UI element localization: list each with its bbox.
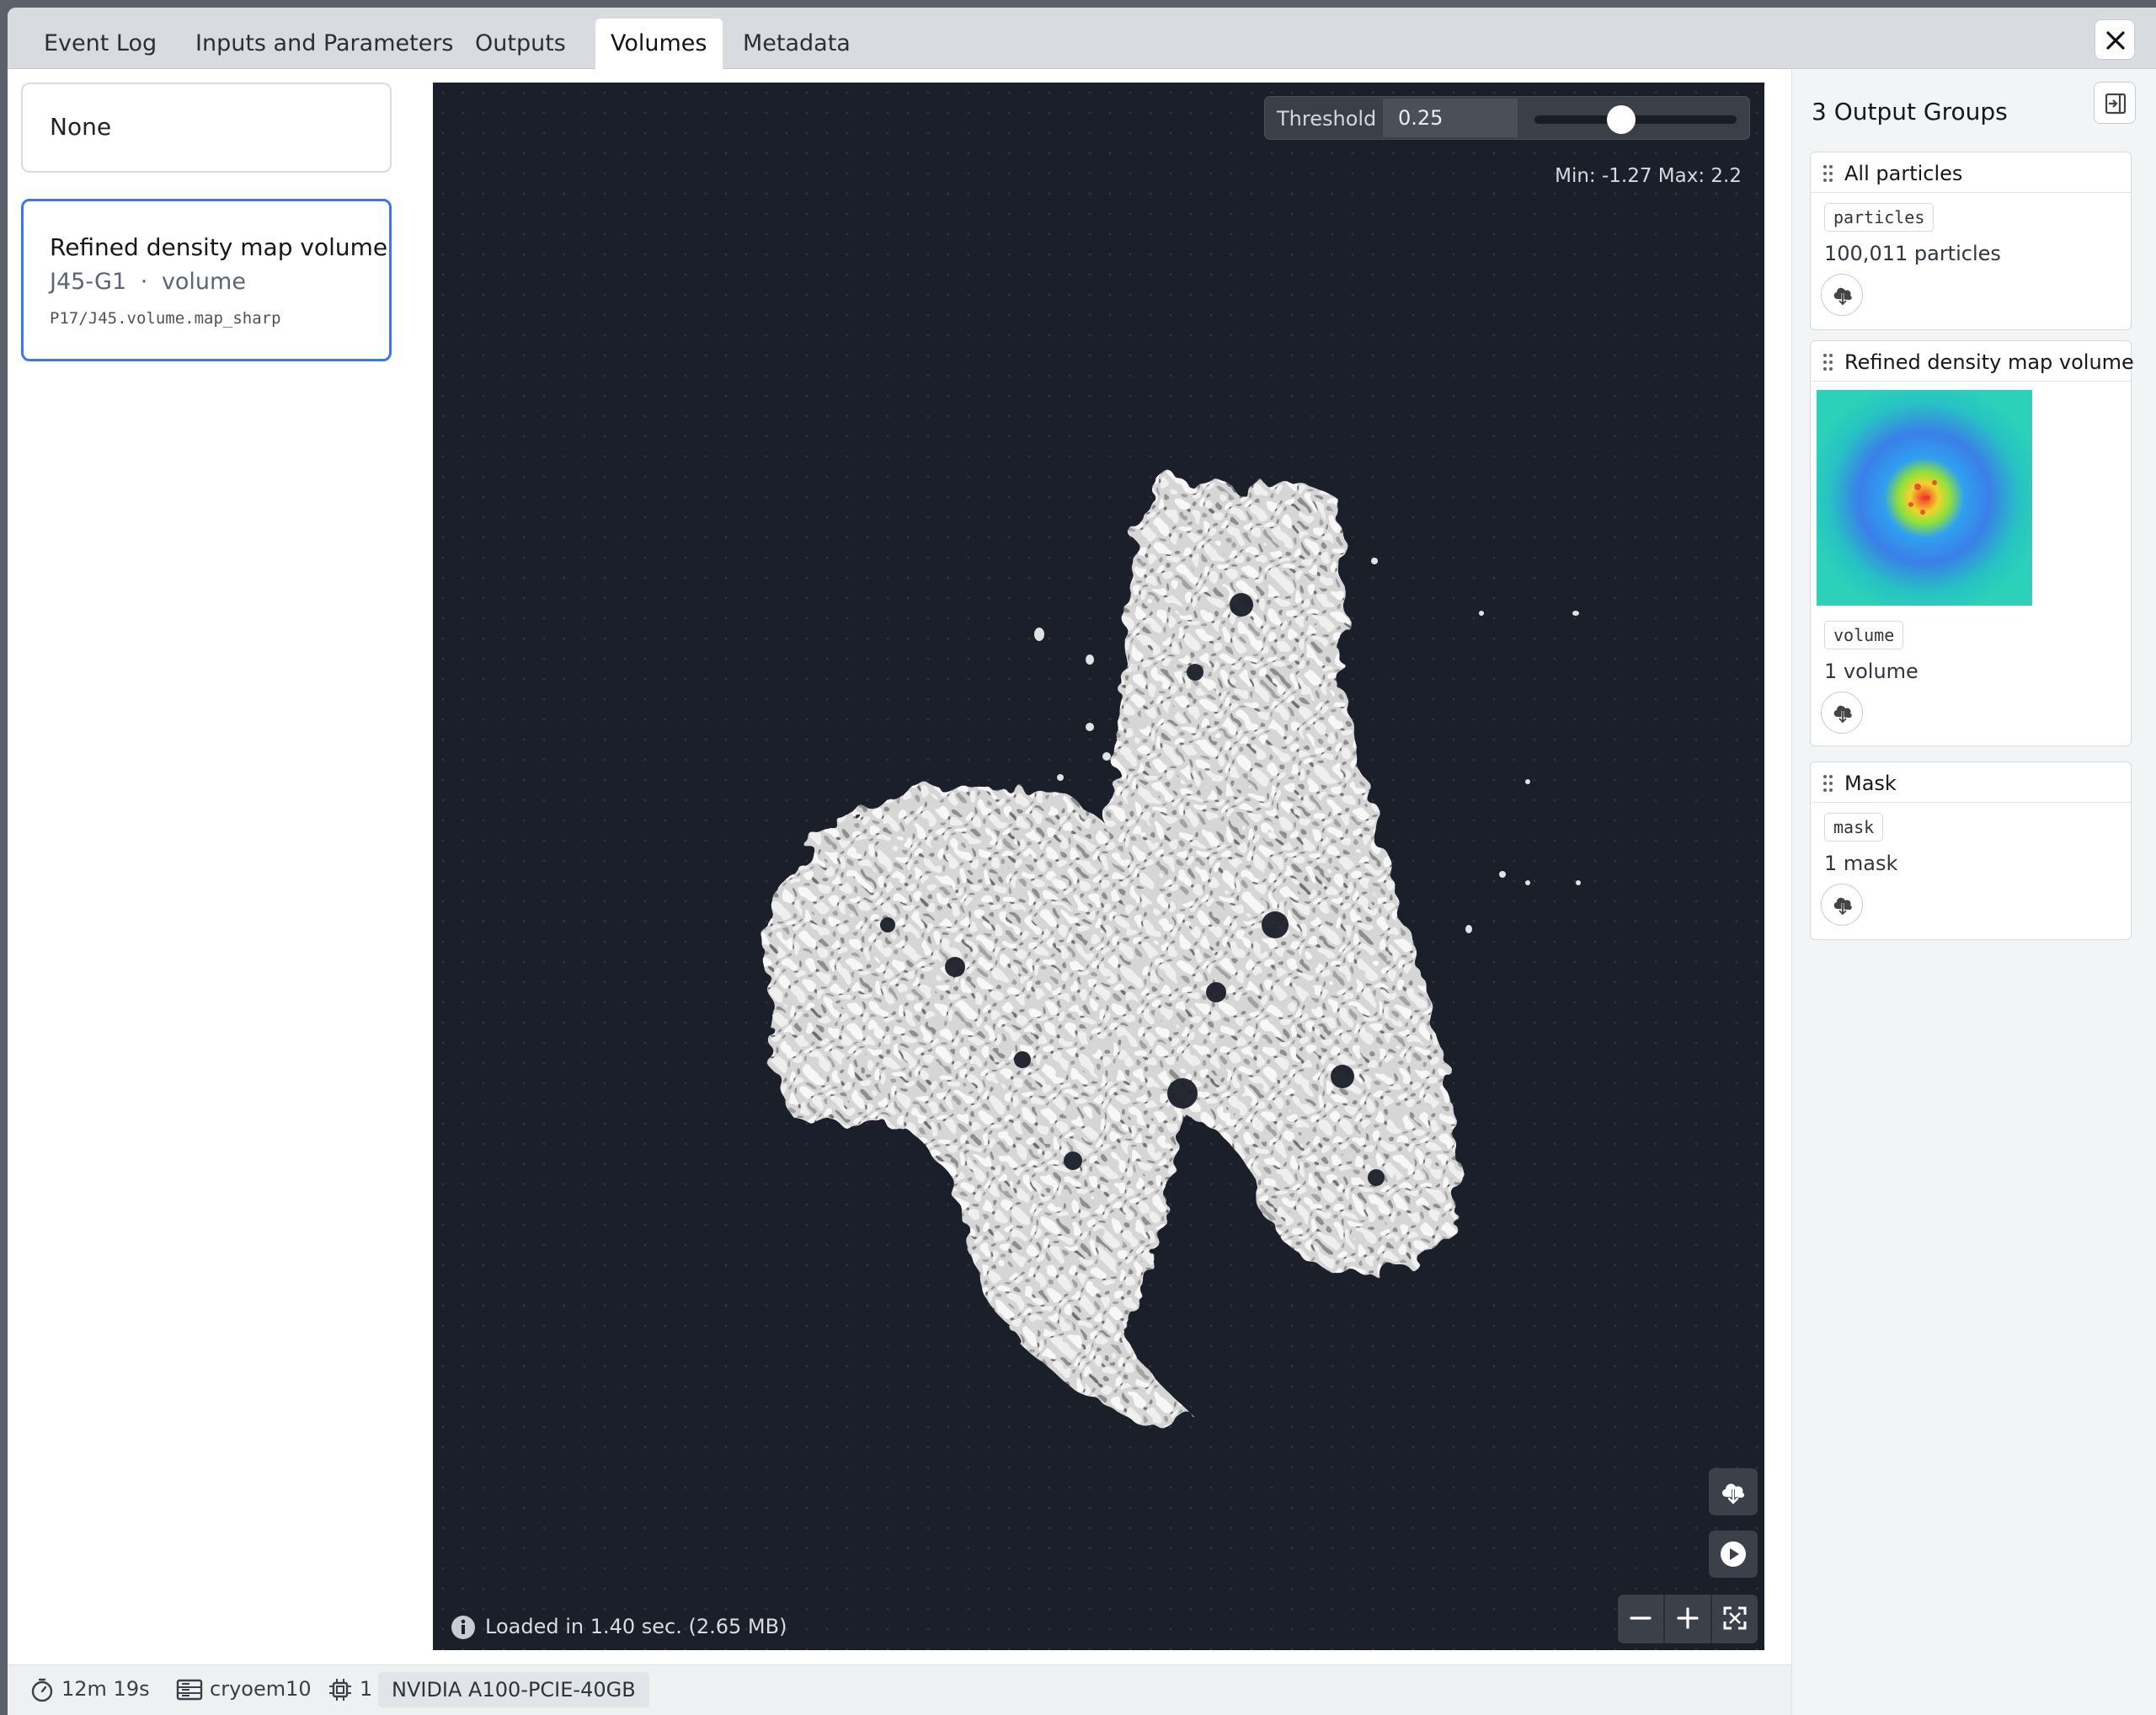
load-info-text: Loaded in 1.40 sec. (2.65 MB) xyxy=(485,1615,787,1638)
minus-icon xyxy=(1630,1616,1652,1620)
intensity-range: Min: -1.27 Max: 2.2 xyxy=(1555,165,1742,187)
cloud-download-icon xyxy=(1721,1483,1745,1505)
volume-kind: volume xyxy=(161,269,246,295)
plus-icon xyxy=(1677,1607,1699,1629)
gpu-count: 1 xyxy=(328,1677,372,1702)
density-map-render[interactable] xyxy=(433,83,1764,1650)
download-output-button[interactable] xyxy=(1821,884,1863,926)
download-output-button[interactable] xyxy=(1821,274,1863,316)
output-groups-title: 3 Output Groups xyxy=(1812,98,2008,126)
output-count: 1 mask xyxy=(1824,852,1898,875)
download-volume-button[interactable] xyxy=(1709,1468,1758,1515)
threshold-slider[interactable] xyxy=(1534,105,1737,134)
host-name: cryoem10 xyxy=(176,1677,312,1702)
dock-icon xyxy=(2105,93,2127,115)
gpu-count-text: 1 xyxy=(360,1677,373,1701)
fullscreen-button[interactable] xyxy=(1712,1595,1758,1643)
tab-volumes[interactable]: Volumes xyxy=(595,19,723,69)
volume-option-none[interactable]: None xyxy=(21,83,392,173)
cloud-download-icon xyxy=(1833,705,1852,724)
volume-viewer[interactable]: Threshold Min: -1.27 Max: 2.2 xyxy=(433,83,1764,1650)
threshold-label: Threshold xyxy=(1277,107,1377,131)
fullscreen-icon xyxy=(1723,1606,1747,1630)
stopwatch-icon xyxy=(31,1678,53,1702)
elapsed-time: 12m 19s xyxy=(29,1677,150,1702)
status-bar: 12m 19s cryoem10 1 NVIDIA A100-PCIE-40GB xyxy=(8,1664,1791,1715)
close-button[interactable] xyxy=(2095,19,2135,60)
output-group-name: Refined density map volume xyxy=(1844,350,2134,374)
output-group-header[interactable]: All particles xyxy=(1811,152,2131,193)
volume-option-refined-map[interactable]: Refined density map volume J45-G1 · volu… xyxy=(21,199,392,361)
play-animation-button[interactable] xyxy=(1709,1531,1758,1578)
drag-grip-icon[interactable] xyxy=(1822,353,1834,371)
volume-job-group: J45-G1 xyxy=(50,269,127,295)
volume-option-label: None xyxy=(50,113,112,141)
output-group-refined-map: Refined density map volume volume 1 volu… xyxy=(1810,340,2134,746)
chip-icon xyxy=(329,1679,351,1701)
drag-grip-icon[interactable] xyxy=(1822,164,1834,183)
output-type-tag: mask xyxy=(1824,813,1884,841)
download-output-button[interactable] xyxy=(1821,692,1863,734)
threshold-slider-thumb[interactable] xyxy=(1607,105,1636,134)
output-groups-panel: 3 Output Groups All particles particles … xyxy=(1791,69,2156,1715)
output-count: 1 volume xyxy=(1824,660,1919,683)
output-group-mask: Mask mask 1 mask xyxy=(1810,761,2132,940)
output-group-all-particles: All particles particles 100,011 particle… xyxy=(1810,152,2132,330)
job-dialog: Event Log Inputs and Parameters Outputs … xyxy=(8,8,2156,1715)
elapsed-time-text: 12m 19s xyxy=(61,1677,150,1701)
tab-inputs-and-parameters[interactable]: Inputs and Parameters xyxy=(180,19,468,69)
output-type-tag: volume xyxy=(1824,621,1904,649)
volume-title: Refined density map volume xyxy=(50,233,388,261)
cloud-download-icon xyxy=(1833,287,1852,307)
play-icon xyxy=(1721,1541,1746,1567)
load-info: Loaded in 1.40 sec. (2.65 MB) xyxy=(450,1614,787,1641)
output-group-name: Mask xyxy=(1844,772,1897,795)
volume-thumbnail xyxy=(1817,390,2032,606)
cloud-download-icon xyxy=(1833,897,1852,916)
server-icon xyxy=(176,1679,203,1701)
output-count: 100,011 particles xyxy=(1824,242,2001,265)
info-icon xyxy=(451,1616,475,1639)
gpu-name-badge: NVIDIA A100-PCIE-40GB xyxy=(378,1672,649,1707)
output-group-name: All particles xyxy=(1844,162,1963,185)
volume-path: P17/J45.volume.map_sharp xyxy=(50,309,281,328)
volume-separator: · xyxy=(140,269,148,295)
zoom-out-button[interactable] xyxy=(1618,1595,1663,1643)
tab-event-log[interactable]: Event Log xyxy=(29,19,172,69)
output-type-tag: particles xyxy=(1824,203,1935,232)
threshold-control: Threshold xyxy=(1264,96,1750,140)
host-name-text: cryoem10 xyxy=(210,1677,312,1701)
tab-outputs[interactable]: Outputs xyxy=(460,19,581,69)
close-icon xyxy=(2106,31,2125,50)
output-group-header[interactable]: Mask xyxy=(1811,762,2131,803)
tab-metadata[interactable]: Metadata xyxy=(728,19,866,69)
drag-grip-icon[interactable] xyxy=(1822,774,1834,793)
tab-bar: Event Log Inputs and Parameters Outputs … xyxy=(8,8,2156,69)
threshold-input[interactable] xyxy=(1383,99,1518,137)
output-group-header[interactable]: Refined density map volume xyxy=(1811,341,2134,382)
zoom-in-button[interactable] xyxy=(1665,1595,1710,1643)
dock-panel-button[interactable] xyxy=(2094,82,2136,124)
zoom-controls xyxy=(1618,1595,1758,1643)
volume-subtitle: J45-G1 · volume xyxy=(50,269,246,295)
